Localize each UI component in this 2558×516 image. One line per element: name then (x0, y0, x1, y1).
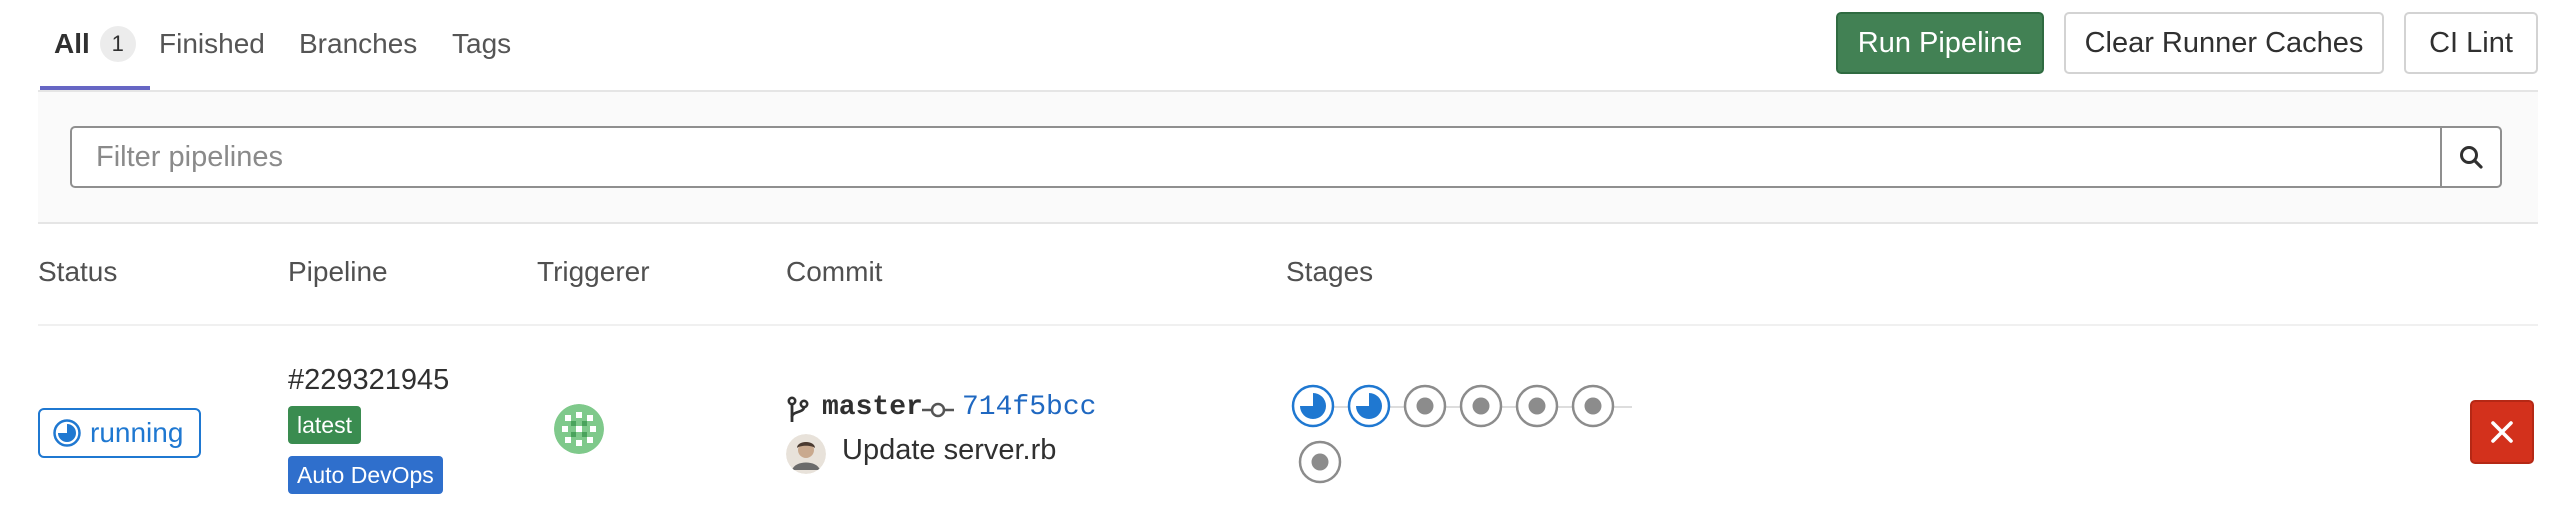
latest-badge: latest (288, 406, 361, 444)
commit-title-link[interactable]: Update server.rb (842, 434, 1056, 467)
button-label: CI Lint (2429, 26, 2513, 59)
status-pending-icon (1459, 384, 1503, 428)
tab-finished[interactable]: Finished (159, 0, 265, 88)
tab-all[interactable]: All 1 (40, 0, 150, 90)
column-header-status: Status (38, 256, 118, 287)
tab-label: Finished (159, 28, 265, 59)
git-commit-icon (922, 402, 954, 418)
tab-branches[interactable]: Branches (299, 0, 417, 88)
header-divider (38, 324, 2538, 326)
stage-pending[interactable] (1403, 384, 1447, 428)
stage-pending[interactable] (1298, 440, 1342, 484)
commit-sha-link[interactable]: 714f5bcc (962, 392, 1096, 423)
stage-pending[interactable] (1515, 384, 1559, 428)
filter-bar (38, 92, 2538, 224)
stage-pending[interactable] (1571, 384, 1615, 428)
filter-pipelines-input[interactable] (70, 126, 2442, 188)
column-header-stages: Stages (1286, 256, 1374, 287)
status-pending-icon (1571, 384, 1615, 428)
status-running-icon (1347, 384, 1391, 428)
status-pending-icon (1403, 384, 1447, 428)
filter-search-button[interactable] (2440, 126, 2502, 188)
cancel-pipeline-button[interactable] (2470, 400, 2534, 464)
status-running-icon (1291, 384, 1335, 428)
triggerer-avatar[interactable] (554, 404, 604, 454)
stage-running[interactable] (1347, 384, 1391, 428)
stage-pending[interactable] (1459, 384, 1503, 428)
status-pending-icon (1515, 384, 1559, 428)
search-icon (2460, 146, 2483, 169)
commit-author-avatar[interactable] (786, 434, 826, 474)
pipeline-id-link[interactable]: #229321945 (288, 364, 449, 397)
close-icon (2491, 421, 2513, 443)
avatar-image (786, 434, 826, 474)
identicon-image (554, 404, 604, 454)
tab-label: All (54, 28, 90, 59)
tab-label: Branches (299, 28, 418, 59)
run-pipeline-button[interactable]: Run Pipeline (1836, 12, 2044, 74)
status-pending-icon (1298, 440, 1342, 484)
tab-label: Tags (452, 28, 512, 59)
stage-running[interactable] (1291, 384, 1335, 428)
button-label: Run Pipeline (1857, 26, 2023, 59)
button-label: Clear Runner Caches (2084, 26, 2364, 59)
column-header-triggerer: Triggerer (537, 256, 650, 287)
tab-count-badge: 1 (99, 26, 136, 62)
status-label: running (90, 417, 184, 448)
status-badge[interactable]: running (38, 408, 202, 458)
status-running-icon (53, 419, 81, 447)
auto-devops-badge[interactable]: Auto DevOps (288, 456, 443, 494)
ci-lint-button[interactable]: CI Lint (2404, 12, 2538, 74)
clear-runner-caches-button[interactable]: Clear Runner Caches (2064, 12, 2384, 74)
column-header-pipeline: Pipeline (288, 256, 388, 287)
column-header-commit: Commit (786, 256, 883, 287)
tab-tags[interactable]: Tags (452, 0, 511, 88)
commit-branch-link[interactable]: master (822, 392, 923, 423)
git-branch-icon (787, 396, 809, 422)
